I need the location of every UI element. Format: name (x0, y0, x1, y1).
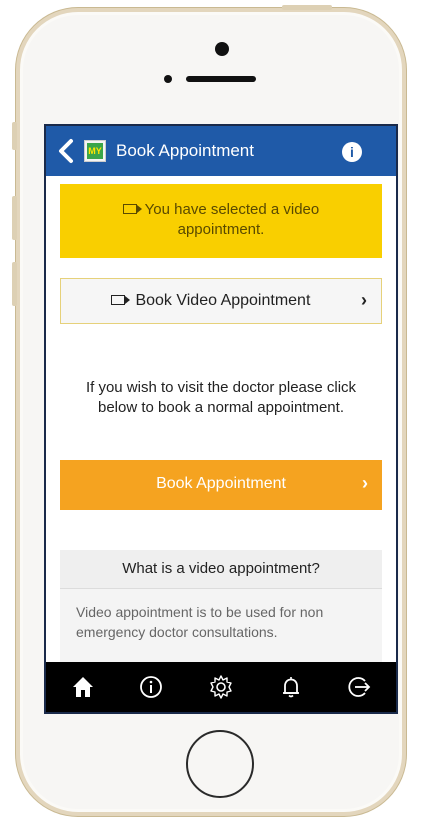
chevron-right-icon: › (362, 473, 368, 493)
book-video-label: Book Video Appointment (135, 292, 311, 309)
logout-icon[interactable] (346, 674, 372, 700)
faq-answer: Video appointment is to be used for non … (76, 604, 324, 640)
video-camera-icon (111, 294, 130, 305)
book-appointment-label: Book Appointment (156, 475, 286, 492)
proximity-sensor (164, 75, 172, 83)
video-notice-banner: You have selected a video appointment. (60, 184, 382, 258)
home-button[interactable] (186, 730, 254, 798)
info-button[interactable]: i (342, 142, 362, 162)
page-title: Book Appointment (116, 141, 254, 160)
visit-doctor-text: If you wish to visit the doctor please c… (85, 379, 357, 416)
video-camera-icon (122, 204, 142, 215)
app-logo: MY (84, 140, 106, 162)
earpiece-speaker (186, 76, 256, 82)
mute-switch (12, 122, 17, 150)
volume-up-button (12, 196, 17, 240)
chevron-right-icon: › (361, 290, 367, 310)
faq-panel: What is a video appointment? Video appoi… (60, 550, 382, 670)
bottom-tab-bar (46, 662, 396, 712)
info-icon[interactable] (138, 674, 164, 700)
faq-question[interactable]: What is a video appointment? (60, 550, 382, 589)
app-view: MY Book Appointment i You have selected … (46, 126, 396, 712)
gear-icon[interactable] (208, 674, 234, 700)
header-bar: MY Book Appointment i (46, 126, 396, 176)
phone-screen: MY Book Appointment i You have selected … (44, 124, 398, 714)
back-button[interactable] (56, 138, 78, 164)
notice-text: You have selected a video appointment. (144, 201, 320, 238)
chevron-left-icon (59, 139, 73, 163)
book-video-appointment-button[interactable]: Book Video Appointment › (60, 278, 382, 324)
logo-mark: MY (87, 143, 103, 159)
power-button (282, 5, 332, 10)
volume-down-button (12, 262, 17, 306)
home-icon[interactable] (70, 674, 96, 700)
bell-icon[interactable] (278, 674, 304, 700)
front-camera (215, 42, 229, 56)
book-appointment-button[interactable]: Book Appointment › (60, 460, 382, 510)
